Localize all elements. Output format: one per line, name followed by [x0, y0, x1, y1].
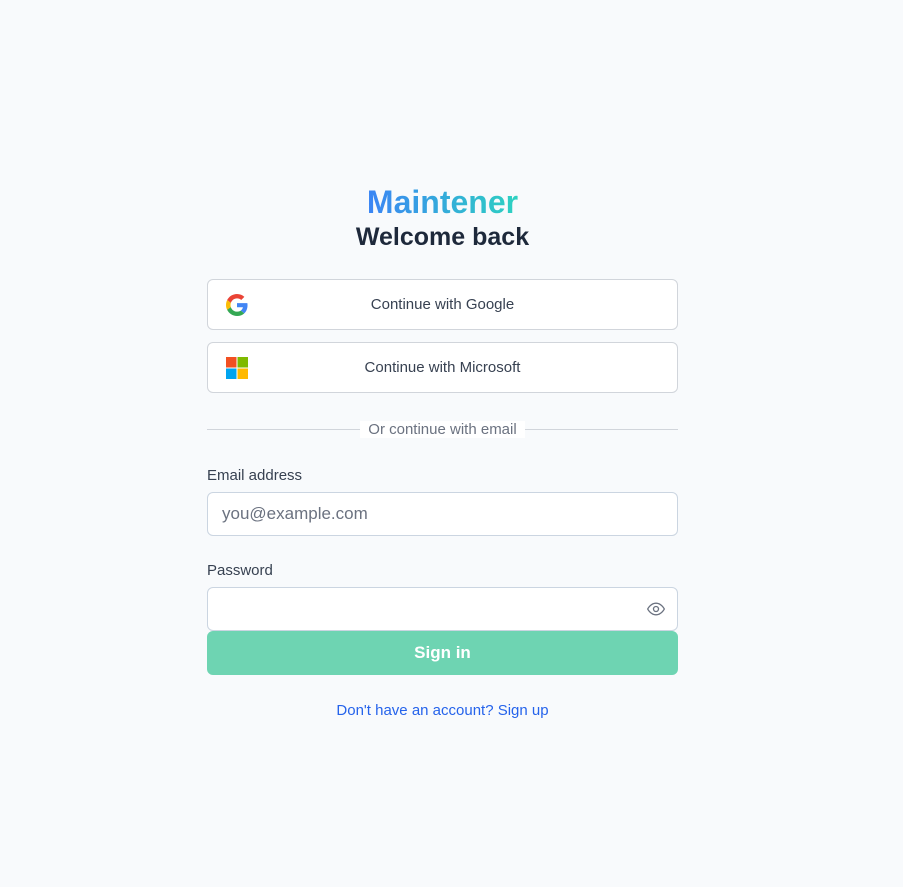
email-label: Email address: [207, 467, 303, 484]
sign-in-button[interactable]: Sign in: [207, 631, 678, 675]
continue-with-microsoft-label: Continue with Microsoft: [364, 359, 521, 376]
or-divider: Or continue with email: [207, 415, 678, 443]
login-form: Maintener Welcome back Continue with Goo…: [207, 183, 678, 719]
email-field-wrapper: [207, 492, 678, 536]
microsoft-logo-icon: [226, 357, 248, 379]
continue-with-microsoft-button[interactable]: Continue with Microsoft: [207, 342, 678, 393]
email-input[interactable]: [207, 492, 678, 536]
sign-up-link[interactable]: Don't have an account? Sign up: [207, 702, 678, 719]
password-field-wrapper: [207, 587, 678, 631]
divider-text: Or continue with email: [360, 420, 525, 438]
eye-icon[interactable]: [646, 599, 666, 619]
password-label: Password: [207, 562, 273, 579]
page-title: Welcome back: [355, 223, 530, 251]
continue-with-google-button[interactable]: Continue with Google: [207, 279, 678, 330]
password-input[interactable]: [207, 587, 678, 631]
continue-with-google-label: Continue with Google: [370, 296, 515, 313]
google-logo-icon: [226, 294, 248, 316]
brand-logo-text: Maintener: [363, 183, 523, 221]
